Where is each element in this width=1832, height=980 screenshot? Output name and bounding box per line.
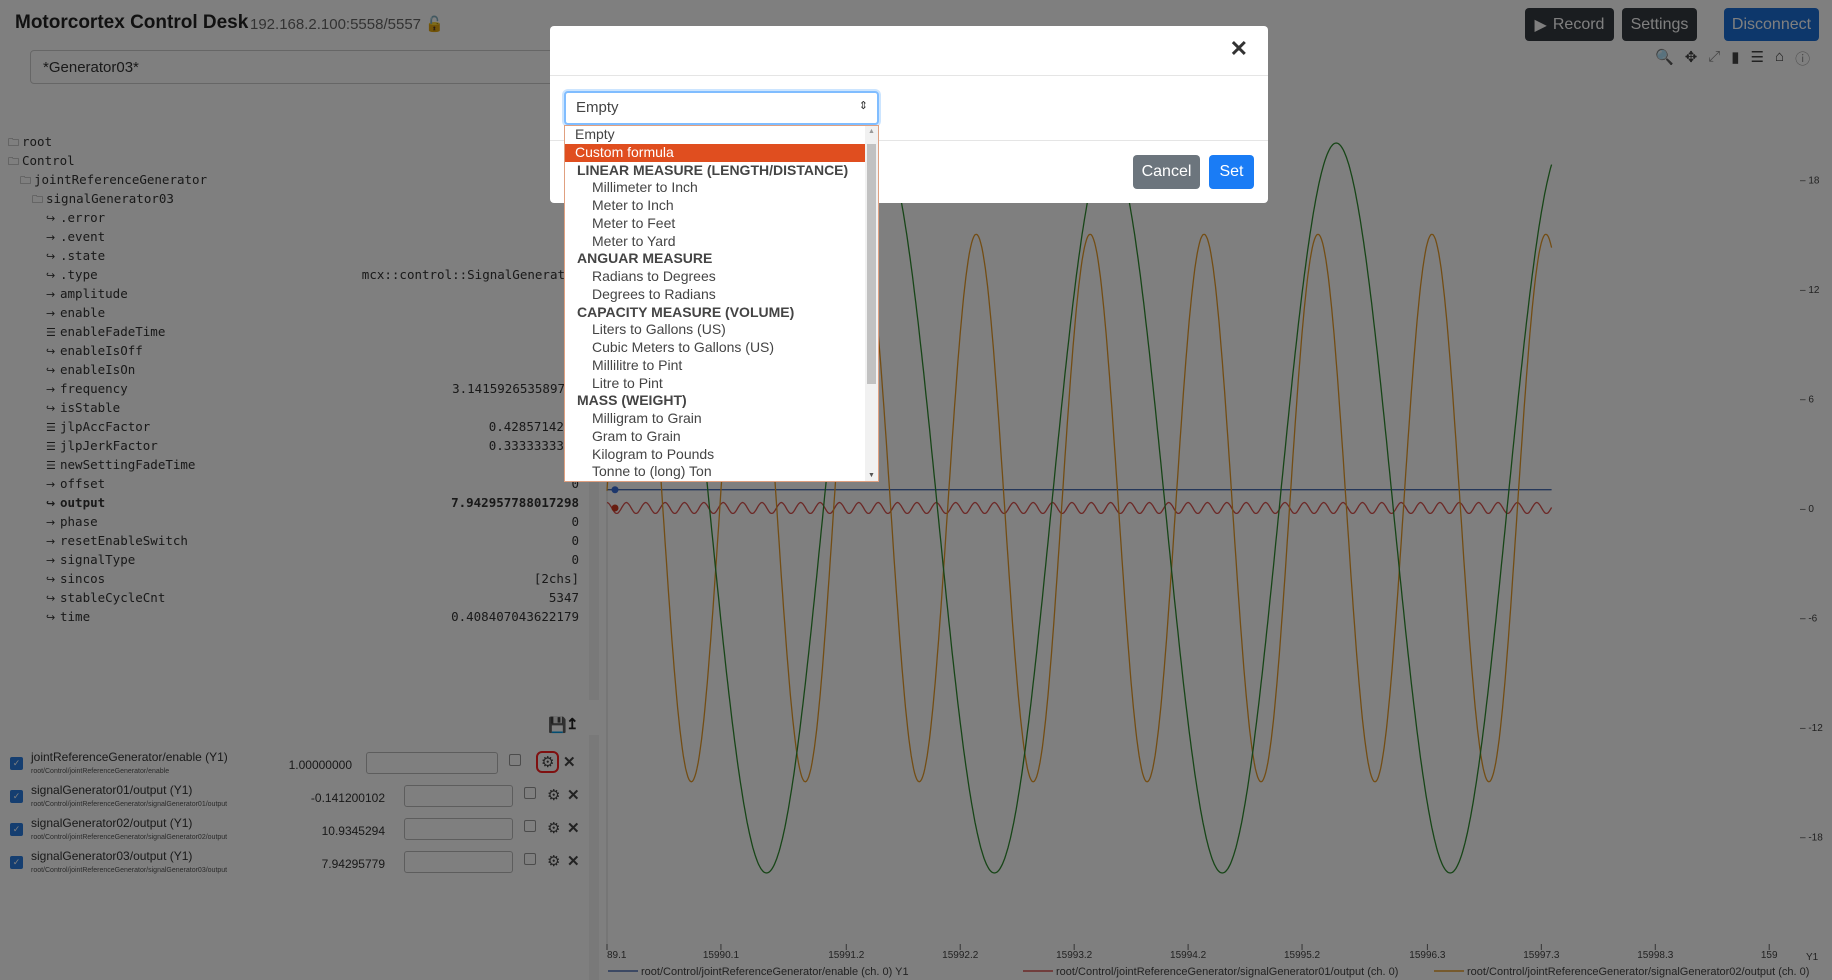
dropdown-option[interactable]: Kilogram to Pounds (565, 446, 865, 464)
conversion-select[interactable]: Empty ⇕ (564, 91, 879, 125)
dropdown-option[interactable]: Cubic Meters to Gallons (US) (565, 339, 865, 357)
dropdown-option[interactable]: Gram to Grain (565, 428, 865, 446)
dropdown-option[interactable]: Empty (565, 126, 865, 144)
close-icon[interactable]: ✕ (1230, 36, 1248, 62)
scroll-up-icon[interactable]: ▲ (868, 128, 875, 135)
option-group-label: CAPACITY MEASURE (VOLUME) (577, 303, 795, 320)
dropdown-option[interactable]: Radians to Degrees (565, 268, 865, 286)
dropdown-option[interactable]: Meter to Feet (565, 215, 865, 233)
dropdown-option[interactable]: Meter to Yard (565, 233, 865, 251)
dropdown-option[interactable]: Millimeter to Inch (565, 179, 865, 197)
dropdown-option[interactable]: Millilitre to Pint (565, 357, 865, 375)
select-arrows-icon: ⇕ (858, 100, 868, 112)
option-group-label: MASS (WEIGHT) (577, 392, 687, 409)
dropdown-scroll-thumb[interactable] (867, 144, 876, 384)
option-group-label: LINEAR MEASURE (LENGTH/DISTANCE) (577, 161, 849, 178)
dropdown-option[interactable]: Custom formula (565, 143, 865, 162)
dropdown-option[interactable]: Meter to Inch (565, 197, 865, 215)
dropdown-option[interactable]: Tonne to (long) Ton (565, 463, 865, 481)
dropdown-option[interactable]: Litre to Pint (565, 375, 865, 393)
dropdown-scrollbar[interactable]: ▲ ▼ (865, 126, 878, 481)
scroll-down-icon[interactable]: ▼ (868, 472, 875, 479)
cancel-button[interactable]: Cancel (1133, 155, 1200, 189)
dropdown-option[interactable]: Degrees to Radians (565, 286, 865, 304)
dropdown-option[interactable]: Liters to Gallons (US) (565, 321, 865, 339)
option-group-label: ANGUAR MEASURE (577, 250, 713, 267)
set-button[interactable]: Set (1209, 155, 1254, 189)
dropdown-option[interactable]: Milligram to Grain (565, 410, 865, 428)
modal-header: ✕ (550, 26, 1268, 76)
conversion-dropdown-list[interactable]: ▲ ▼ Empty Custom formula LINEAR MEASURE (L… (564, 125, 879, 482)
select-value: Empty (576, 99, 619, 116)
